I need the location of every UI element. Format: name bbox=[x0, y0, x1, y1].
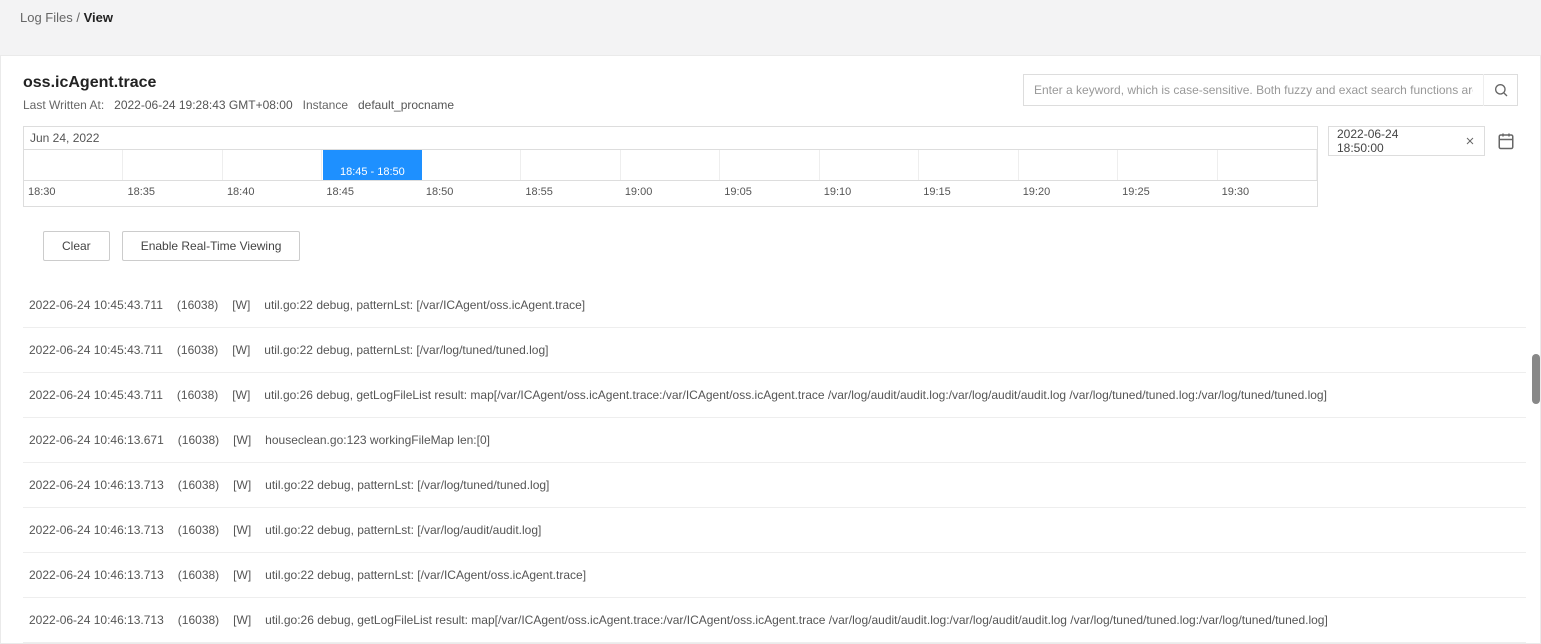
main-panel: oss.icAgent.trace Last Written At: 2022-… bbox=[0, 55, 1541, 644]
meta-row: Last Written At: 2022-06-24 19:28:43 GMT… bbox=[23, 98, 454, 112]
log-pid: (16038) bbox=[178, 433, 219, 447]
log-timestamp: 2022-06-24 10:45:43.711 bbox=[29, 388, 163, 402]
clear-button[interactable]: Clear bbox=[43, 231, 110, 261]
enable-realtime-button[interactable]: Enable Real-Time Viewing bbox=[122, 231, 301, 261]
log-pid: (16038) bbox=[177, 388, 218, 402]
scrollbar-thumb[interactable] bbox=[1532, 354, 1540, 404]
timeline-cell[interactable] bbox=[521, 150, 620, 180]
log-list: 2022-06-24 10:45:43.711 (16038) [W] util.go… bbox=[23, 283, 1526, 643]
log-timestamp: 2022-06-24 10:45:43.711 bbox=[29, 343, 163, 357]
timeline-date: Jun 24, 2022 bbox=[24, 127, 1317, 150]
log-pid: (16038) bbox=[177, 343, 218, 357]
timeline-cell[interactable] bbox=[422, 150, 521, 180]
search-input[interactable] bbox=[1024, 83, 1483, 97]
search-icon[interactable] bbox=[1483, 74, 1517, 106]
log-level: [W] bbox=[232, 298, 250, 312]
timeline-tick: 19:25 bbox=[1118, 181, 1217, 206]
timeline-cell[interactable] bbox=[223, 150, 322, 180]
timeline-selection-label: 18:45 - 18:50 bbox=[340, 166, 405, 178]
timeline-tick: 19:10 bbox=[820, 181, 919, 206]
last-written-label: Last Written At: bbox=[23, 98, 104, 112]
log-pid: (16038) bbox=[178, 478, 219, 492]
time-display[interactable]: 2022-06-24 18:50:00 bbox=[1328, 126, 1485, 156]
log-pid: (16038) bbox=[178, 613, 219, 627]
timeline-block: Jun 24, 2022 18:45 - 18:50 18:3018:3518:… bbox=[23, 126, 1518, 207]
log-message: util.go:26 debug, getLogFileList result:… bbox=[264, 388, 1327, 402]
close-icon[interactable] bbox=[1464, 135, 1476, 147]
log-level: [W] bbox=[233, 478, 251, 492]
timeline-selection[interactable]: 18:45 - 18:50 bbox=[323, 150, 422, 180]
timeline-tick: 18:55 bbox=[521, 181, 620, 206]
log-level: [W] bbox=[233, 433, 251, 447]
timeline-cell[interactable] bbox=[720, 150, 819, 180]
log-message: util.go:22 debug, patternLst: [/var/log/… bbox=[264, 343, 548, 357]
timeline-tick: 18:40 bbox=[223, 181, 322, 206]
timeline-tick: 19:05 bbox=[720, 181, 819, 206]
timeline-cell[interactable] bbox=[1218, 150, 1317, 180]
timeline-tick: 18:30 bbox=[24, 181, 123, 206]
breadcrumb: Log Files / View bbox=[0, 0, 1541, 35]
log-message: util.go:22 debug, patternLst: [/var/log/… bbox=[265, 478, 549, 492]
log-level: [W] bbox=[232, 388, 250, 402]
log-timestamp: 2022-06-24 10:46:13.713 bbox=[29, 613, 164, 627]
page-title: oss.icAgent.trace bbox=[23, 74, 454, 92]
breadcrumb-parent[interactable]: Log Files bbox=[20, 10, 73, 25]
timeline-cell[interactable] bbox=[24, 150, 123, 180]
log-message: util.go:22 debug, patternLst: [/var/ICAg… bbox=[265, 568, 586, 582]
log-pid: (16038) bbox=[178, 523, 219, 537]
timeline-tick: 19:20 bbox=[1019, 181, 1118, 206]
log-level: [W] bbox=[232, 343, 250, 357]
timeline-cell[interactable] bbox=[621, 150, 720, 180]
timeline-cell[interactable] bbox=[919, 150, 1018, 180]
log-message: util.go:22 debug, patternLst: [/var/ICAg… bbox=[264, 298, 585, 312]
log-row[interactable]: 2022-06-24 10:45:43.711 (16038) [W] util.go… bbox=[23, 328, 1526, 373]
timeline-tick: 18:45 bbox=[322, 181, 421, 206]
title-row: oss.icAgent.trace Last Written At: 2022-… bbox=[23, 74, 1518, 112]
log-timestamp: 2022-06-24 10:46:13.671 bbox=[29, 433, 164, 447]
log-row[interactable]: 2022-06-24 10:46:13.713 (16038) [W] util.go… bbox=[23, 463, 1526, 508]
timeline-cell[interactable] bbox=[820, 150, 919, 180]
log-timestamp: 2022-06-24 10:46:13.713 bbox=[29, 478, 164, 492]
search-box bbox=[1023, 74, 1518, 106]
timeline[interactable]: Jun 24, 2022 18:45 - 18:50 18:3018:3518:… bbox=[23, 126, 1318, 207]
title-block: oss.icAgent.trace Last Written At: 2022-… bbox=[23, 74, 454, 112]
log-row[interactable]: 2022-06-24 10:45:43.711 (16038) [W] util.go… bbox=[23, 373, 1526, 418]
log-level: [W] bbox=[233, 568, 251, 582]
log-timestamp: 2022-06-24 10:45:43.711 bbox=[29, 298, 163, 312]
log-row[interactable]: 2022-06-24 10:46:13.713 (16038) [W] util.go… bbox=[23, 598, 1526, 643]
time-display-value: 2022-06-24 18:50:00 bbox=[1337, 127, 1446, 155]
log-row[interactable]: 2022-06-24 10:46:13.713 (16038) [W] util.go… bbox=[23, 508, 1526, 553]
log-message: util.go:26 debug, getLogFileList result:… bbox=[265, 613, 1328, 627]
timeline-tick: 18:35 bbox=[123, 181, 222, 206]
timeline-tick: 19:15 bbox=[919, 181, 1018, 206]
instance-label: Instance bbox=[303, 98, 348, 112]
timeline-tick: 19:30 bbox=[1218, 181, 1317, 206]
log-timestamp: 2022-06-24 10:46:13.713 bbox=[29, 568, 164, 582]
timeline-cell[interactable] bbox=[1118, 150, 1217, 180]
log-message: util.go:22 debug, patternLst: [/var/log/… bbox=[265, 523, 541, 537]
time-controls: 2022-06-24 18:50:00 bbox=[1328, 126, 1518, 156]
last-written-value: 2022-06-24 19:28:43 GMT+08:00 bbox=[114, 98, 292, 112]
timeline-tick: 18:50 bbox=[422, 181, 521, 206]
instance-value: default_procname bbox=[358, 98, 454, 112]
breadcrumb-current: View bbox=[84, 10, 113, 25]
timeline-cell[interactable] bbox=[1019, 150, 1118, 180]
log-row[interactable]: 2022-06-24 10:46:13.713 (16038) [W] util.go… bbox=[23, 553, 1526, 598]
log-pid: (16038) bbox=[177, 298, 218, 312]
timeline-labels: 18:3018:3518:4018:4518:5018:5519:0019:05… bbox=[24, 180, 1317, 206]
log-timestamp: 2022-06-24 10:46:13.713 bbox=[29, 523, 164, 537]
log-message: houseclean.go:123 workingFileMap len:[0] bbox=[265, 433, 490, 447]
log-row[interactable]: 2022-06-24 10:46:13.671 (16038) [W] housecl… bbox=[23, 418, 1526, 463]
timeline-bar[interactable]: 18:45 - 18:50 bbox=[24, 150, 1317, 180]
calendar-icon[interactable] bbox=[1495, 129, 1519, 153]
timeline-cell[interactable] bbox=[123, 150, 222, 180]
log-row[interactable]: 2022-06-24 10:45:43.711 (16038) [W] util.go… bbox=[23, 283, 1526, 328]
log-level: [W] bbox=[233, 523, 251, 537]
log-level: [W] bbox=[233, 613, 251, 627]
log-pid: (16038) bbox=[178, 568, 219, 582]
button-row: Clear Enable Real-Time Viewing bbox=[23, 231, 1518, 261]
timeline-tick: 19:00 bbox=[621, 181, 720, 206]
